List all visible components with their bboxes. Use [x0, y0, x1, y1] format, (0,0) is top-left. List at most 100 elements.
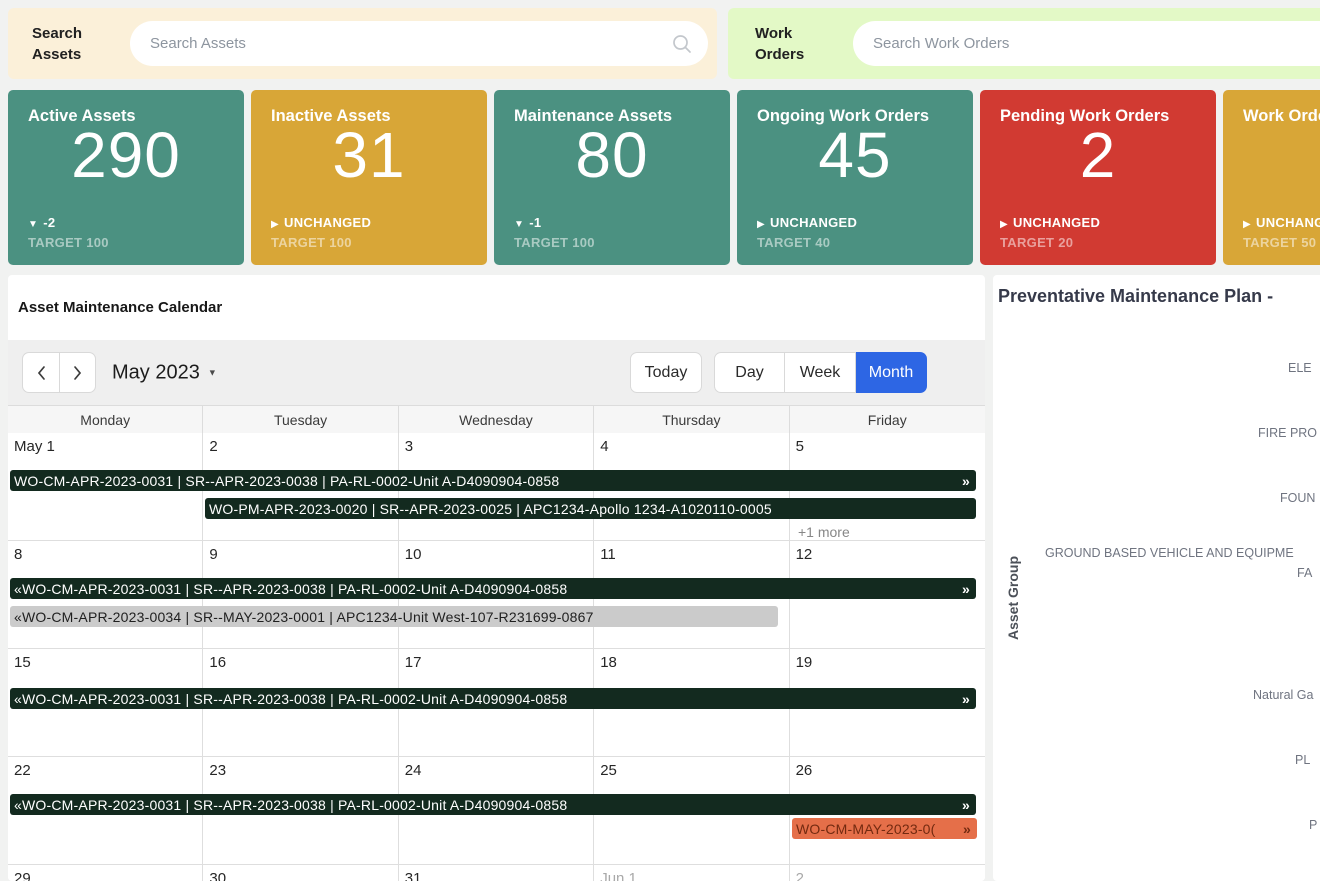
pm-category-label: FA — [1297, 566, 1312, 580]
kpi-trend-text: UNCHANGED — [1013, 215, 1100, 230]
calendar-date-label: 12 — [796, 546, 985, 563]
work-orders-label: Work Orders — [755, 23, 804, 65]
calendar-date-label: 31 — [405, 870, 593, 881]
calendar-event[interactable]: WO-PM-APR-2023-0020 | SR--APR-2023-0025 … — [205, 498, 976, 519]
calendar-day-cell[interactable]: 30 — [203, 865, 398, 881]
event-continues-right: » — [962, 473, 970, 489]
kpi-target: TARGET 100 — [514, 235, 595, 250]
kpi-card-ongoing-work-orders: Ongoing Work Orders 45 ▶UNCHANGED TARGET… — [737, 90, 973, 265]
day-header-tuesday: Tuesday — [203, 406, 398, 433]
event-title: WO-CM-APR-2023-0031 | SR--APR-2023-0038 … — [14, 473, 559, 489]
search-icon — [671, 33, 693, 55]
more-events-link[interactable]: +1 more — [798, 524, 850, 540]
search-assets-label-line2: Assets — [32, 44, 82, 65]
calendar-event[interactable]: «WO-CM-APR-2023-0031 | SR--APR-2023-0038… — [10, 794, 976, 815]
kpi-trend: ▶UNCHANGED — [271, 215, 371, 230]
calendar-date-label: 17 — [405, 654, 593, 671]
calendar-date-label: 9 — [209, 546, 397, 563]
calendar-date-label: May 1 — [14, 438, 202, 455]
event-text: «WO-CM-APR-2023-0031 | SR--APR-2023-0038… — [14, 581, 958, 597]
calendar-day-cell[interactable]: 31 — [399, 865, 594, 881]
event-continues-right: » — [962, 581, 970, 597]
calendar-day-header-row: Monday Tuesday Wednesday Thursday Friday — [8, 405, 985, 434]
event-text: WO-CM-MAY-2023-0( — [796, 821, 959, 837]
event-title: WO-PM-APR-2023-0020 | SR--APR-2023-0025 … — [209, 501, 772, 517]
calendar-date-label: 30 — [209, 870, 397, 881]
kpi-target: TARGET 20 — [1000, 235, 1073, 250]
trend-down-icon: ▼ — [28, 219, 38, 230]
calendar-event[interactable]: WO-CM-MAY-2023-0( » — [792, 818, 977, 839]
event-continues-left: « — [14, 797, 22, 813]
kpi-value: 2 — [1223, 118, 1320, 192]
kpi-trend-text: -1 — [529, 215, 541, 230]
pm-category-label: GROUND BASED VEHICLE AND EQUIPME — [1045, 546, 1294, 560]
calendar-event[interactable]: «WO-CM-APR-2023-0031 | SR--APR-2023-0038… — [10, 578, 976, 599]
calendar-event[interactable]: WO-CM-APR-2023-0031 | SR--APR-2023-0038 … — [10, 470, 976, 491]
calendar-grid: 2Jun 13130292625242322191817161512111098… — [8, 433, 985, 881]
calendar-date-label: 15 — [14, 654, 202, 671]
pm-chart-title: Preventative Maintenance Plan - — [998, 286, 1273, 307]
calendar-date-label: 19 — [796, 654, 985, 671]
next-month-button[interactable] — [59, 352, 96, 393]
calendar-date-label: 23 — [209, 762, 397, 779]
calendar-date-label: 3 — [405, 438, 593, 455]
calendar-day-cell[interactable]: 29 — [8, 865, 203, 881]
chevron-left-icon — [36, 365, 46, 381]
calendar-event[interactable]: «WO-CM-APR-2023-0034 | SR--MAY-2023-0001… — [10, 606, 778, 627]
calendar-date-label: 24 — [405, 762, 593, 779]
view-switcher: Day Week Month — [714, 352, 927, 393]
search-assets-field[interactable] — [130, 21, 708, 66]
work-orders-field[interactable] — [853, 21, 1320, 66]
pm-category-label: ELE — [1288, 361, 1312, 375]
kpi-target: TARGET 50 — [1243, 235, 1316, 250]
pm-category-label: Natural Ga — [1253, 688, 1313, 702]
calendar-day-cell[interactable]: 2 — [790, 865, 985, 881]
today-button[interactable]: Today — [630, 352, 702, 393]
kpi-trend: ▶UNCHANGED — [1000, 215, 1100, 230]
kpi-value: 31 — [251, 118, 487, 192]
kpi-trend-text: UNCHANGED — [284, 215, 371, 230]
search-assets-input[interactable] — [130, 35, 671, 52]
prev-month-button[interactable] — [22, 352, 59, 393]
event-continues-left: « — [14, 691, 22, 707]
pm-chart-y-axis-label: Asset Group — [1005, 556, 1021, 640]
calendar-date-label: Jun 1 — [600, 870, 788, 881]
kpi-trend-text: -2 — [43, 215, 55, 230]
calendar-event[interactable]: «WO-CM-APR-2023-0031 | SR--APR-2023-0038… — [10, 688, 976, 709]
event-continues-left: « — [14, 581, 22, 597]
event-title: WO-CM-APR-2023-0031 | SR--APR-2023-0038 … — [22, 581, 567, 597]
kpi-trend-text: UNCHANGED — [770, 215, 857, 230]
event-text: «WO-CM-APR-2023-0034 | SR--MAY-2023-0001… — [14, 609, 768, 625]
event-text: WO-PM-APR-2023-0020 | SR--APR-2023-0025 … — [209, 501, 966, 517]
event-continues-left: « — [14, 609, 22, 625]
view-week-button[interactable]: Week — [785, 352, 856, 393]
calendar-date-label: 22 — [14, 762, 202, 779]
kpi-trend: ▼ -1 — [514, 215, 541, 230]
day-header-monday: Monday — [8, 406, 203, 433]
kpi-target: TARGET 40 — [757, 235, 830, 250]
work-orders-panel: Work Orders — [728, 8, 1320, 79]
day-header-wednesday: Wednesday — [399, 406, 594, 433]
pm-category-label: PL — [1295, 753, 1310, 767]
event-title: WO-CM-APR-2023-0034 | SR--MAY-2023-0001 … — [22, 609, 594, 625]
calendar-date-label: 16 — [209, 654, 397, 671]
calendar-date-label: 4 — [600, 438, 788, 455]
work-orders-input[interactable] — [853, 35, 1320, 52]
calendar-date-label: 2 — [796, 870, 985, 881]
calendar-title: Asset Maintenance Calendar — [8, 275, 985, 340]
view-day-button[interactable]: Day — [714, 352, 785, 393]
calendar-date-label: 18 — [600, 654, 788, 671]
month-dropdown[interactable]: May 2023 ▼ — [112, 361, 217, 384]
calendar-day-cell[interactable]: Jun 1 — [594, 865, 789, 881]
pm-category-label: FOUN — [1280, 491, 1315, 505]
kpi-target: TARGET 100 — [28, 235, 109, 250]
asset-maintenance-calendar-panel: Asset Maintenance Calendar May 2023 ▼ To… — [8, 275, 985, 881]
view-month-button[interactable]: Month — [856, 352, 927, 393]
kpi-value: 45 — [737, 118, 973, 192]
calendar-date-label: 8 — [14, 546, 202, 563]
trend-down-icon: ▼ — [514, 219, 524, 230]
day-header-thursday: Thursday — [594, 406, 789, 433]
chevron-down-icon: ▼ — [208, 368, 217, 378]
calendar-date-label: 26 — [796, 762, 985, 779]
kpi-card-inactive-assets: Inactive Assets 31 ▶UNCHANGED TARGET 100 — [251, 90, 487, 265]
